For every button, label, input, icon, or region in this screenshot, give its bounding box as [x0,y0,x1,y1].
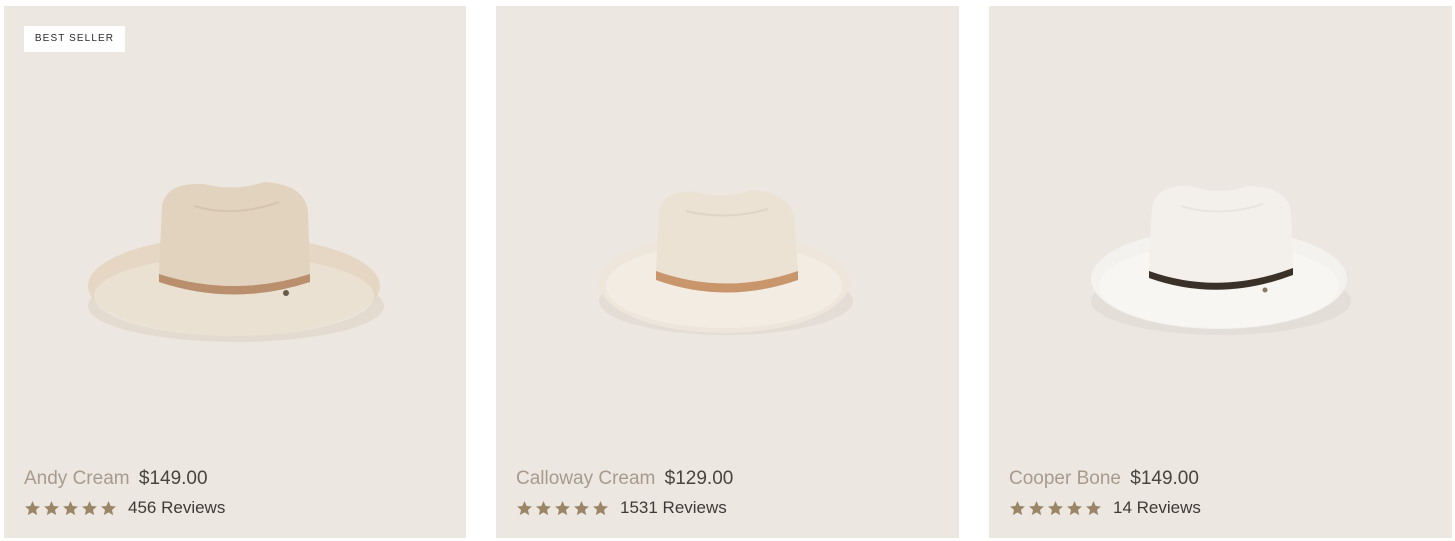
product-price: $149.00 [138,468,208,489]
star-icon [536,500,551,515]
product-price: $149.00 [1130,468,1199,489]
review-count[interactable]: 1531 Reviews [620,498,727,518]
product-rating[interactable]: 14 Reviews [1009,497,1201,519]
star-rating [24,500,117,517]
hat-crown [159,182,310,286]
product-image-hat[interactable] [989,6,1452,466]
product-name[interactable]: Cooper Bone [1009,468,1121,489]
product-rating[interactable]: 456 Reviews [24,497,225,519]
star-icon [63,500,78,515]
hat-crown [656,190,798,284]
star-icon [593,500,608,515]
star-icon [1067,500,1082,515]
product-price: $129.00 [664,468,734,489]
star-icon [517,500,532,515]
product-card-andy-cream[interactable]: BEST SELLER Andy Cream $149.00 456 Revie… [4,6,466,538]
product-info: Calloway Cream $129.00 1531 Reviews [516,466,733,519]
product-card-cooper-bone[interactable]: Cooper Bone $149.00 14 Reviews [989,6,1452,538]
star-icon [101,500,116,515]
product-info: Andy Cream $149.00 456 Reviews [24,466,225,519]
product-rating[interactable]: 1531 Reviews [516,497,733,519]
product-info: Cooper Bone $149.00 14 Reviews [1009,466,1201,519]
star-icon [1010,500,1025,515]
review-count[interactable]: 14 Reviews [1113,498,1201,518]
star-icon [574,500,589,515]
star-rating [1009,500,1102,517]
product-image-hat[interactable] [496,6,959,466]
star-icon [1048,500,1063,515]
star-icon [25,500,40,515]
star-rating [516,500,609,517]
review-count[interactable]: 456 Reviews [128,498,225,518]
product-card-calloway-cream[interactable]: Calloway Cream $129.00 1531 Reviews [496,6,959,538]
product-name[interactable]: Calloway Cream [516,468,655,489]
star-icon [1029,500,1044,515]
product-name[interactable]: Andy Cream [24,468,130,489]
star-icon [44,500,59,515]
star-icon [1086,500,1101,515]
star-icon [555,500,570,515]
product-grid: BEST SELLER Andy Cream $149.00 456 Revie… [0,0,1455,541]
star-icon [82,500,97,515]
product-image-hat[interactable] [4,6,466,466]
hat-crown [1149,185,1293,283]
